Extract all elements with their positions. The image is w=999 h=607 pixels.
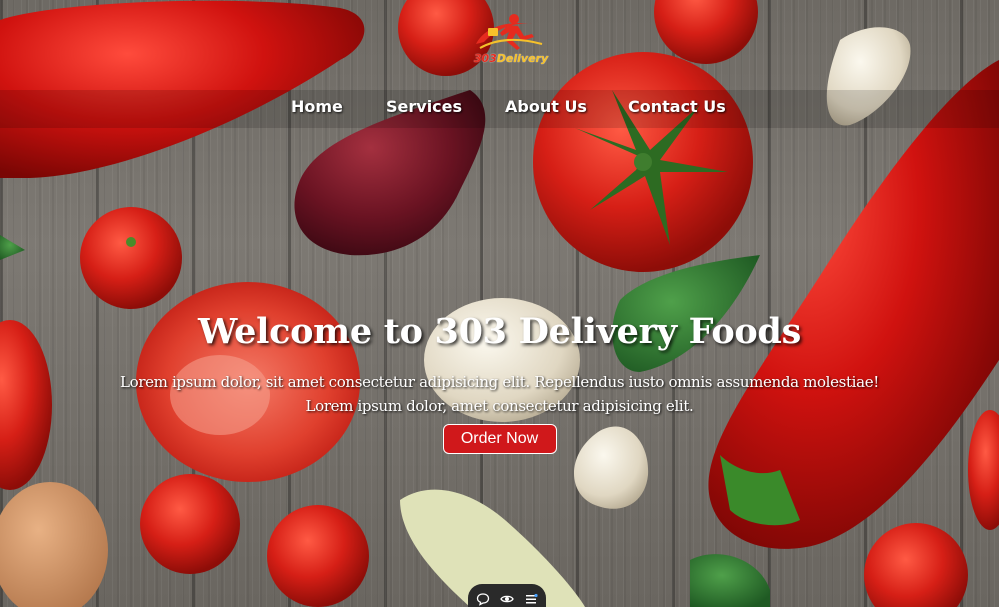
nav-item-services[interactable]: Services xyxy=(386,97,462,116)
hero-subtitle-line-1: Lorem ipsum dolor, sit amet consectetur … xyxy=(120,373,879,391)
hero-section: Welcome to 303 Delivery Foods Lorem ipsu… xyxy=(0,308,999,454)
eye-icon[interactable] xyxy=(500,592,514,606)
nav-item-about-us[interactable]: About Us xyxy=(505,97,587,116)
landing-page: 303Delivery Home Services About Us Conta… xyxy=(0,0,999,607)
main-nav: Home Services About Us Contact Us xyxy=(0,97,999,121)
bottom-toolbar xyxy=(468,584,546,607)
order-now-button[interactable]: Order Now xyxy=(442,424,557,454)
hero-subtitle-line-2: Lorem ipsum dolor, amet consectetur adip… xyxy=(305,397,694,415)
hero-subtitle: Lorem ipsum dolor, sit amet consectetur … xyxy=(70,370,930,418)
brand-logo-text: 303Delivery xyxy=(473,52,549,65)
list-icon[interactable] xyxy=(524,592,538,606)
delivery-runner-icon xyxy=(476,14,543,50)
brand-logo[interactable]: 303Delivery xyxy=(462,10,554,72)
hero-title: Welcome to 303 Delivery Foods xyxy=(198,311,801,352)
nav-item-contact-us[interactable]: Contact Us xyxy=(628,97,726,116)
chat-bubble-icon[interactable] xyxy=(476,592,490,606)
nav-item-home[interactable]: Home xyxy=(291,97,343,116)
